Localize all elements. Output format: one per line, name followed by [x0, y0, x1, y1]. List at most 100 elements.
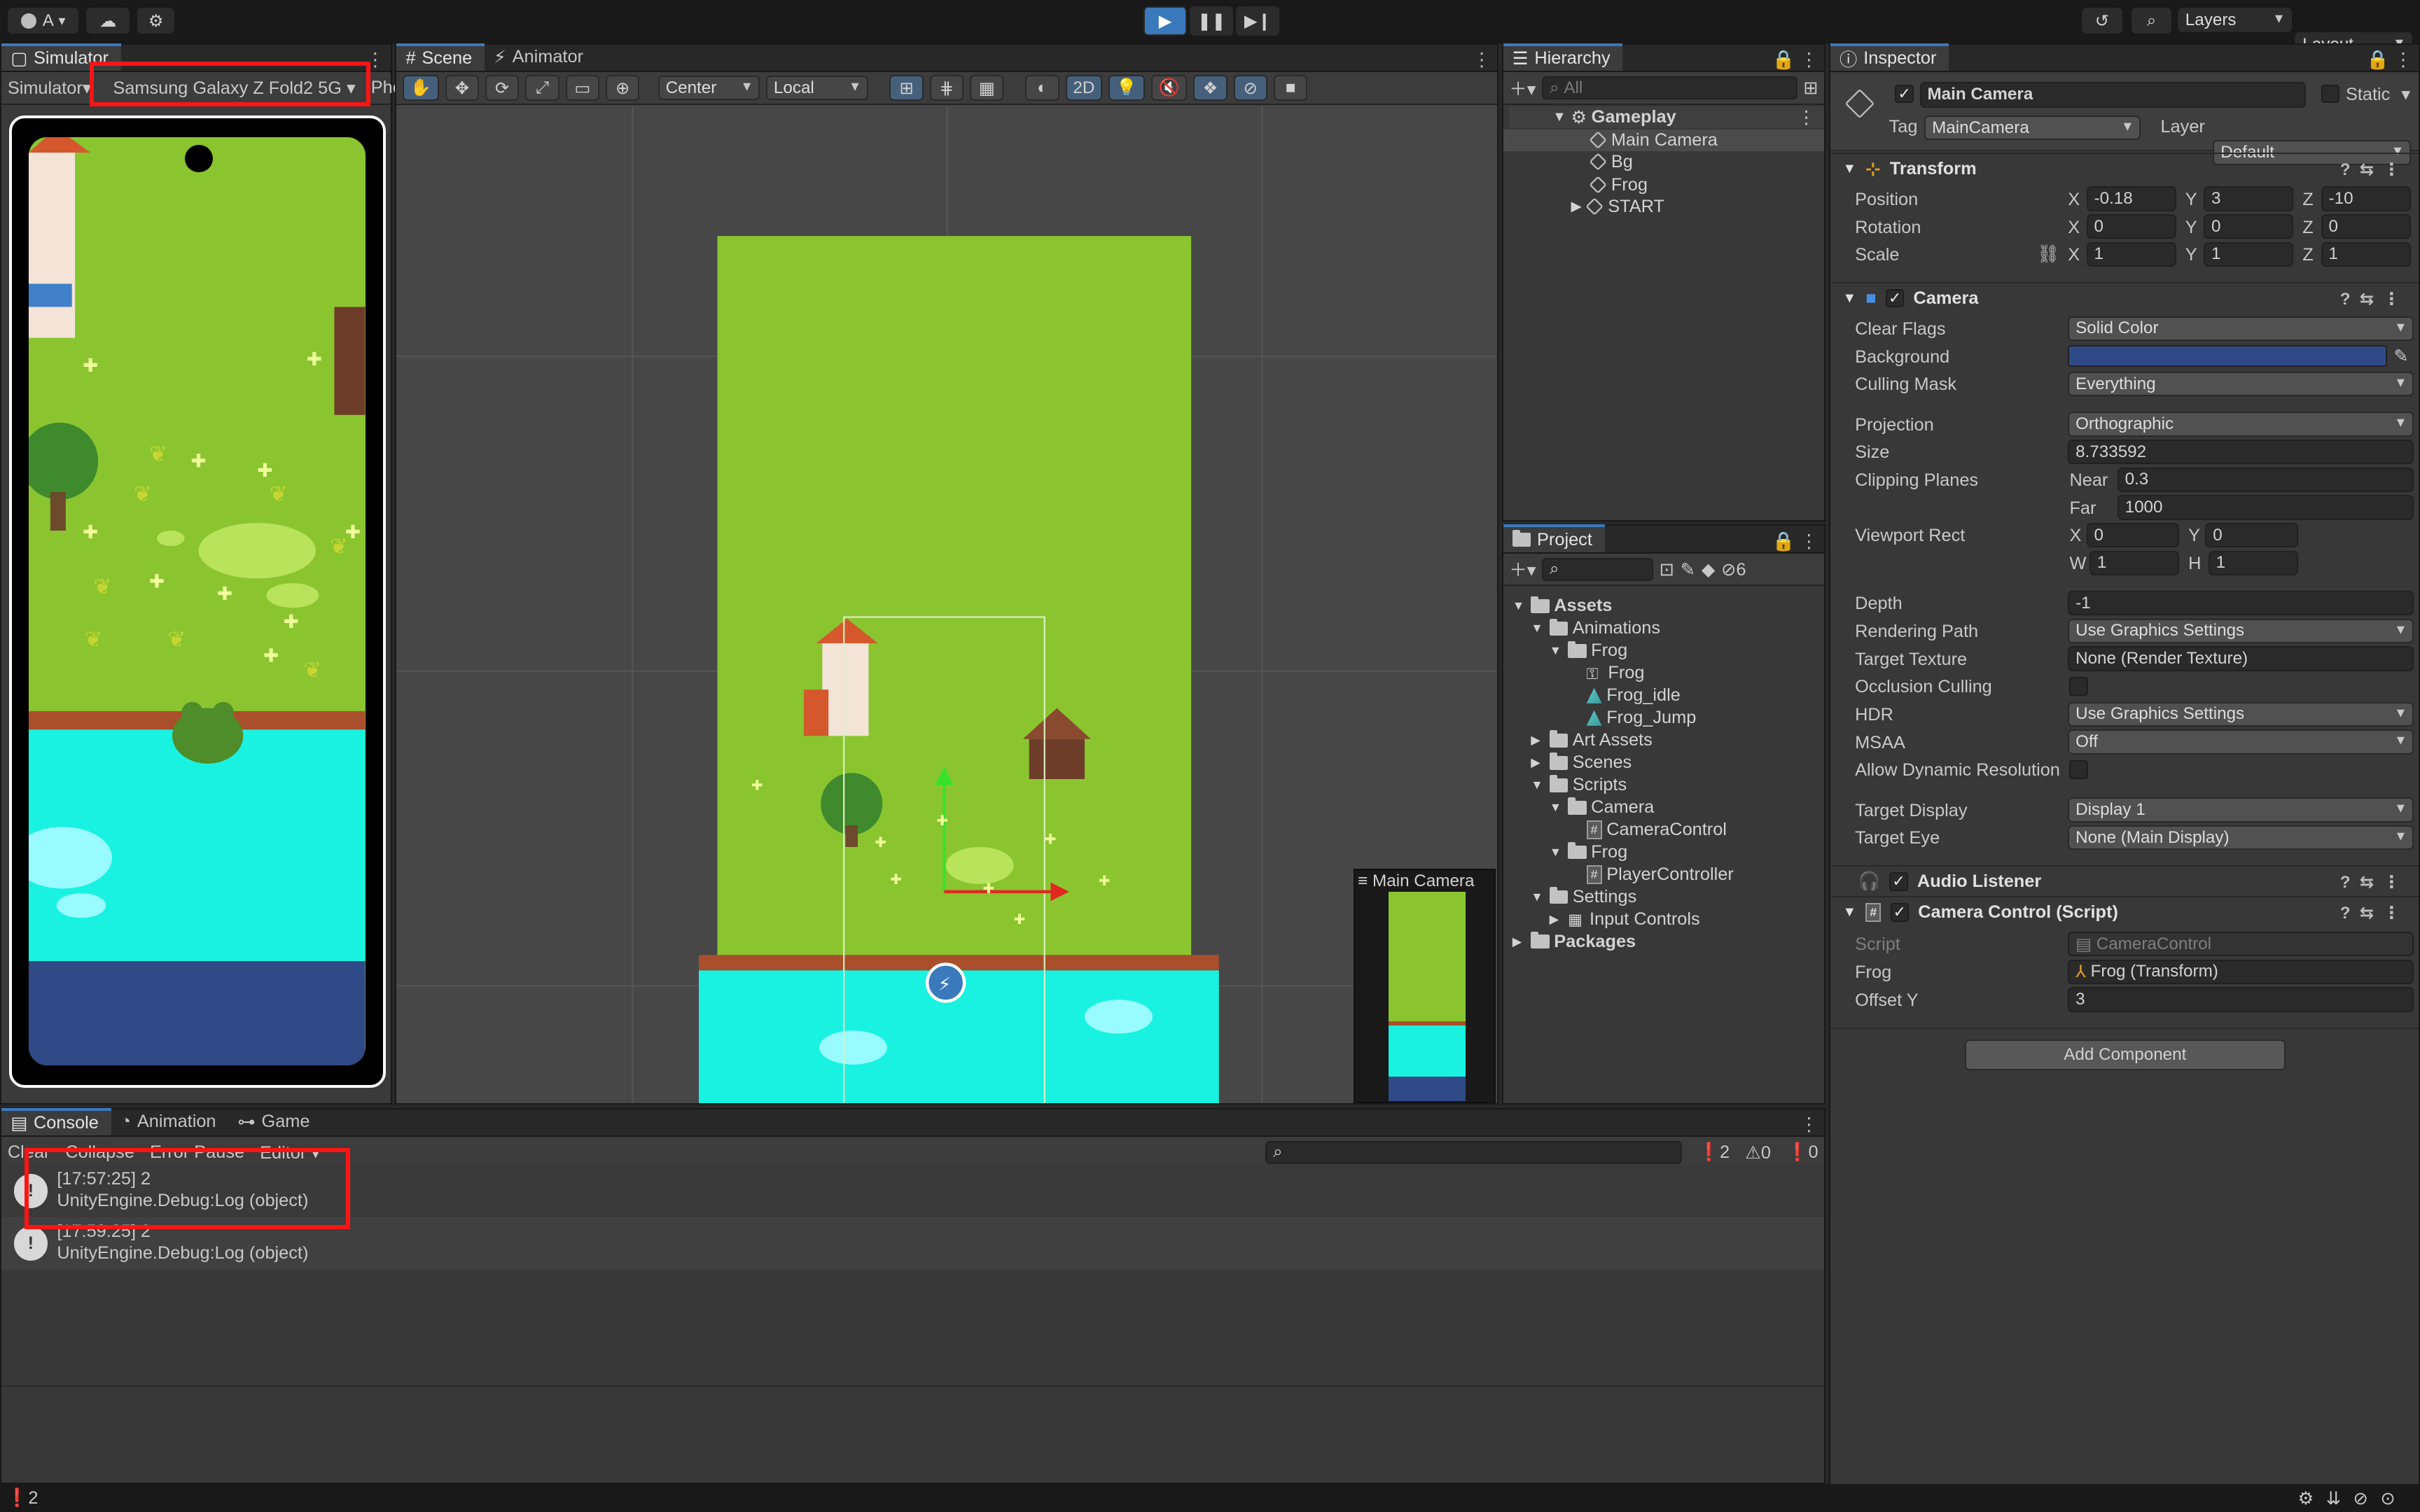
audio-listener-checkbox[interactable]: ✓ [1889, 872, 1908, 891]
project-tree-item[interactable]: # PlayerController [1568, 864, 1734, 886]
pivot-dropdown[interactable]: Center [658, 75, 760, 101]
cloud-button[interactable]: ☁ [86, 8, 130, 34]
collapse-arrow-icon[interactable]: ▶ [1512, 934, 1527, 949]
more-options-icon[interactable]: ⋮ [1797, 106, 1815, 128]
hierarchy-item-main-camera[interactable]: Main Camera [1503, 129, 1825, 151]
tab-hierarchy[interactable]: ☰ Hierarchy [1503, 43, 1623, 71]
project-tree-item[interactable]: ▼ Frog [1550, 841, 1628, 863]
component-menu-icons[interactable]: ?⇆⋮ [2340, 872, 2409, 892]
background-color-swatch[interactable] [2068, 345, 2388, 368]
project-tree-item[interactable]: ▼ Camera [1550, 797, 1655, 818]
position-row-z-field[interactable]: -10 [2321, 186, 2411, 211]
viewport-x-field[interactable]: 0 [2086, 522, 2179, 548]
expand-arrow-icon[interactable]: ▼ [1531, 621, 1545, 636]
tab-animation[interactable]: ◔ Animation [111, 1108, 229, 1136]
mode-2d-button[interactable]: 2D [1065, 74, 1103, 102]
tab-game[interactable]: ⊶ Game [228, 1108, 322, 1136]
project-tree-item[interactable]: ⚿ Frog [1568, 662, 1645, 684]
collapse-arrow-icon[interactable]: ▶ [1550, 912, 1564, 927]
tab-console[interactable]: ▤ Console [1, 1107, 111, 1136]
info-count-toggle[interactable]: ❗2 [1697, 1142, 1730, 1163]
create-asset-button[interactable]: ＋▾ [1509, 556, 1536, 582]
target-texture-field[interactable]: None (Render Texture) [2068, 646, 2414, 671]
search-by-type-icon[interactable]: ⊡ [1660, 559, 1674, 580]
scale-row-z-field[interactable]: 1 [2321, 241, 2411, 267]
project-tree-item[interactable]: ▼ Assets [1512, 596, 1613, 617]
frog-field[interactable]: ⅄ Frog (Transform) [2068, 959, 2414, 984]
project-tree-item[interactable]: ▶ Packages [1512, 931, 1636, 953]
viewport-w-field[interactable]: 1 [2089, 550, 2179, 575]
more-options-icon[interactable]: ⋮ [2394, 49, 2412, 71]
viewport-y-field[interactable]: 0 [2205, 522, 2298, 548]
project-tree-item[interactable]: Frog_Jump [1568, 707, 1696, 729]
target-display-dropdown[interactable]: Display 1 [2068, 797, 2414, 822]
more-options-icon[interactable]: ⋮ [1800, 1114, 1818, 1135]
tab-animator[interactable]: ⚡ Animator [485, 43, 596, 71]
project-tree-item[interactable]: ▼ Frog [1550, 640, 1628, 662]
tag-icon[interactable]: ◆ [1702, 559, 1715, 580]
project-tree-item[interactable]: # CameraControl [1568, 819, 1727, 841]
hierarchy-item-bg[interactable]: Bg [1589, 151, 1633, 173]
camera-header[interactable]: ▼ ■ ✓ Camera ?⇆⋮ [1830, 282, 2419, 313]
more-options-icon[interactable]: ⋮ [1800, 531, 1818, 552]
offset-field[interactable]: 3 [2068, 987, 2414, 1012]
more-options-icon[interactable]: ⋮ [1800, 49, 1818, 71]
clear-flags-dropdown[interactable]: Solid Color [2068, 316, 2414, 341]
near-field[interactable]: 0.3 [2117, 467, 2414, 492]
visibility-button[interactable]: ⊘ [1233, 74, 1268, 102]
history-button[interactable]: ↺ [2082, 8, 2122, 34]
more-options-icon[interactable]: ⋮ [1473, 49, 1491, 71]
project-search-input[interactable]: ⌕ [1542, 557, 1653, 581]
camera-enabled-checkbox[interactable]: ✓ [1885, 288, 1905, 308]
lock-icon[interactable]: 🔒 [1772, 49, 1795, 71]
pause-button[interactable]: ❚❚ [1190, 6, 1234, 36]
project-tree-item[interactable]: ▶ Art Assets [1531, 729, 1653, 751]
rendering-path-dropdown[interactable]: Use Graphics Settings [2068, 618, 2414, 643]
project-tree-item[interactable]: ▼ Settings [1531, 886, 1636, 908]
component-menu-icons[interactable]: ?⇆⋮ [2340, 902, 2409, 923]
size-field[interactable]: 8.733592 [2068, 439, 2414, 465]
tab-scene[interactable]: # Scene [396, 43, 485, 71]
grid-snap-button[interactable]: ⊞ [889, 74, 924, 102]
camera-control-header[interactable]: ▼ # ✓ Camera Control (Script) ?⇆⋮ [1830, 896, 2419, 927]
move-tool-button[interactable]: ✥ [445, 74, 480, 102]
rotate-tool-button[interactable]: ⟳ [485, 74, 520, 102]
hierarchy-scene-row[interactable]: ▼ ⚙ Gameplay ⋮ [1509, 106, 1825, 128]
project-tree-item[interactable]: ▶ ▦ Input Controls [1550, 909, 1700, 930]
active-checkbox[interactable]: ✓ [1895, 85, 1914, 104]
lock-icon[interactable]: 🔒 [1772, 531, 1795, 552]
constrain-proportions-icon[interactable]: ⛓ [2037, 244, 2059, 265]
project-tree-item[interactable]: ▼ Animations [1531, 618, 1660, 640]
project-tree-item[interactable]: ▶ Scenes [1531, 752, 1632, 774]
hdr-dropdown[interactable]: Use Graphics Settings [2068, 701, 2414, 727]
expand-arrow-icon[interactable]: ▼ [1512, 598, 1527, 613]
culling-mask-dropdown[interactable]: Everything [2068, 371, 2414, 397]
collapse-arrow-icon[interactable]: ▶ [1531, 733, 1545, 748]
camera-control-checkbox[interactable]: ✓ [1890, 903, 1909, 922]
transform-header[interactable]: ▼ ⊹ Transform ?⇆⋮ [1830, 152, 2419, 183]
hidden-packages-icon[interactable]: ⊘6 [1721, 559, 1746, 580]
expand-arrow-icon[interactable]: ▼ [1531, 778, 1545, 792]
position-row-x-field[interactable]: -0.18 [2086, 186, 2176, 211]
add-component-button[interactable]: Add Component [1964, 1040, 2286, 1071]
snap-increment-button[interactable]: ⋕ [929, 74, 964, 102]
transform-tool-button[interactable]: ⊕ [605, 74, 640, 102]
scale-row-y-field[interactable]: 1 [2204, 241, 2294, 267]
warning-count-toggle[interactable]: ⚠0 [1745, 1142, 1771, 1163]
object-name-field[interactable]: Main Camera [1919, 81, 2306, 108]
status-message[interactable]: ❗2 [6, 1488, 39, 1508]
rect-tool-button[interactable]: ▭ [565, 74, 600, 102]
dynres-checkbox[interactable] [2069, 760, 2088, 779]
shading-button[interactable]: ◐ [1025, 74, 1059, 102]
msaa-dropdown[interactable]: Off [2068, 729, 2414, 755]
occlusion-checkbox[interactable] [2069, 677, 2088, 696]
audio-button[interactable]: 🔇 [1150, 74, 1188, 102]
console-search-input[interactable]: ⌕ [1265, 1140, 1683, 1164]
rotation-row-z-field[interactable]: 0 [2321, 214, 2411, 239]
project-tree-item[interactable]: ▼ Scripts [1531, 774, 1627, 796]
viewport-h-field[interactable]: 1 [2208, 550, 2298, 575]
component-menu-icons[interactable]: ?⇆⋮ [2340, 159, 2409, 180]
static-dropdown-icon[interactable]: ▾ [2401, 83, 2410, 105]
tab-inspector[interactable]: ⓘ Inspector [1830, 43, 1949, 71]
error-count-toggle[interactable]: ❗0 [1786, 1142, 1819, 1163]
